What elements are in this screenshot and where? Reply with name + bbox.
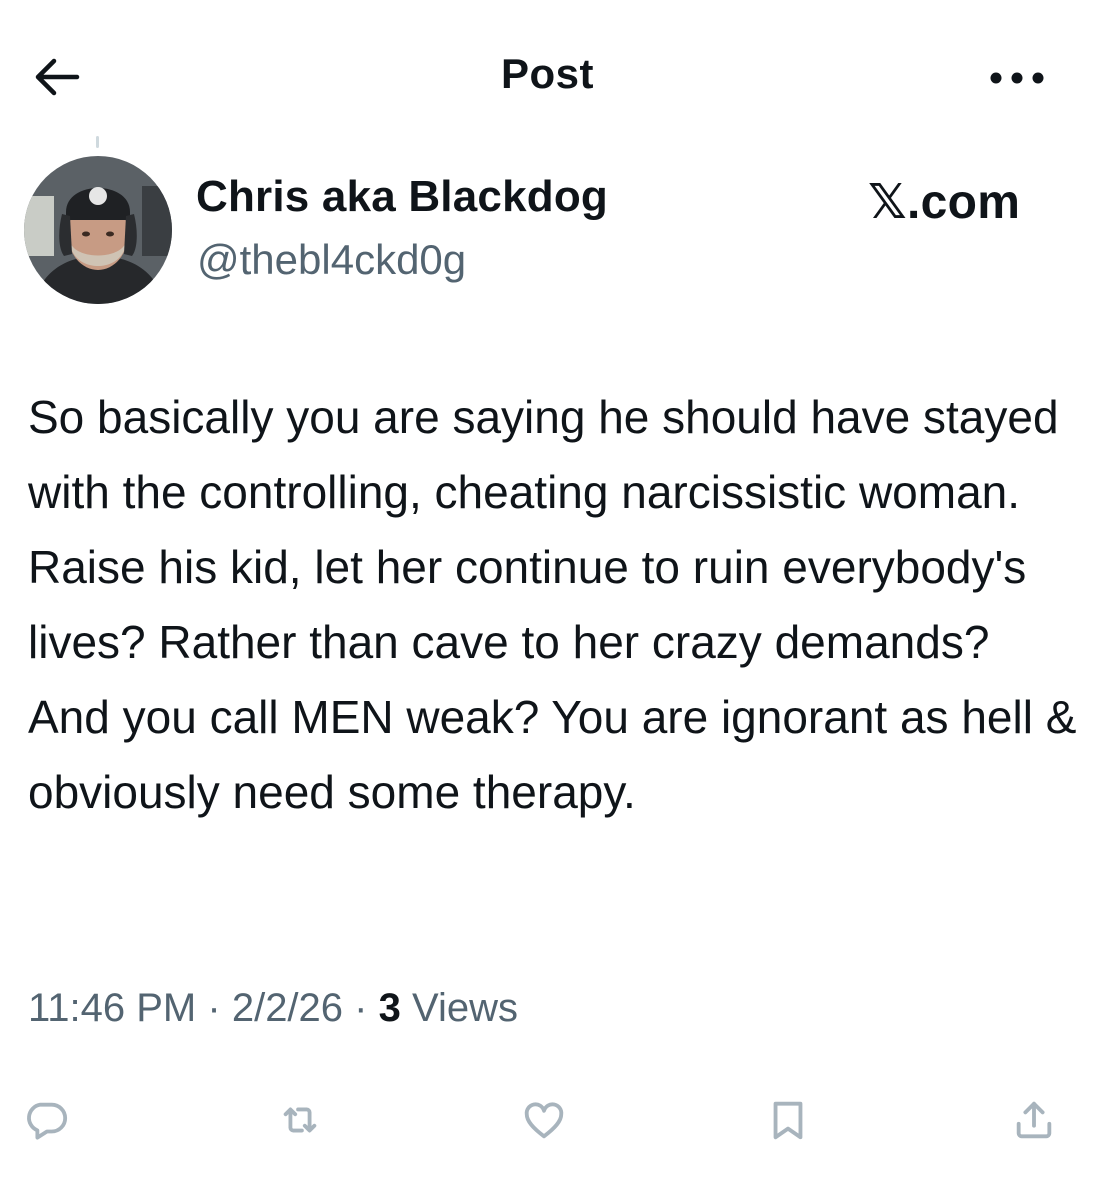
like-button[interactable] xyxy=(514,1090,574,1150)
repost-button[interactable] xyxy=(270,1090,330,1150)
separator: · xyxy=(354,986,368,1030)
action-bar xyxy=(0,1090,1095,1150)
page-title: Post xyxy=(500,50,594,97)
x-com-watermark: 𝕏.com xyxy=(868,176,1021,229)
author-handle[interactable]: @thebl4ckd0g xyxy=(197,236,466,284)
repost-icon xyxy=(283,1107,317,1133)
reply-button[interactable] xyxy=(16,1090,76,1150)
tweet-time[interactable]: 11:46 PM xyxy=(28,986,196,1030)
more-horizontal-icon xyxy=(990,72,1044,84)
tweet-date[interactable]: 2/2/26 xyxy=(232,986,343,1030)
tweet-text: So basically you are saying he should ha… xyxy=(28,391,1077,818)
views-count: 3 xyxy=(378,986,401,1030)
bookmark-icon xyxy=(773,1101,803,1140)
separator: · xyxy=(207,986,221,1030)
share-icon xyxy=(1016,1101,1052,1139)
share-button[interactable] xyxy=(1004,1090,1064,1150)
more-options-button[interactable] xyxy=(986,58,1048,98)
tweet-metadata: 11:46 PM · 2/2/26 · 3 Views xyxy=(28,986,518,1031)
top-bar: Post xyxy=(0,0,1095,150)
avatar-image xyxy=(24,156,172,304)
author-display-name[interactable]: Chris aka Blackdog xyxy=(196,172,608,222)
bookmark-button[interactable] xyxy=(758,1090,818,1150)
thread-connector-line xyxy=(96,136,99,148)
reply-icon xyxy=(27,1102,68,1140)
heart-icon xyxy=(524,1102,564,1139)
views-label: Views xyxy=(412,986,518,1030)
avatar[interactable] xyxy=(24,156,172,304)
